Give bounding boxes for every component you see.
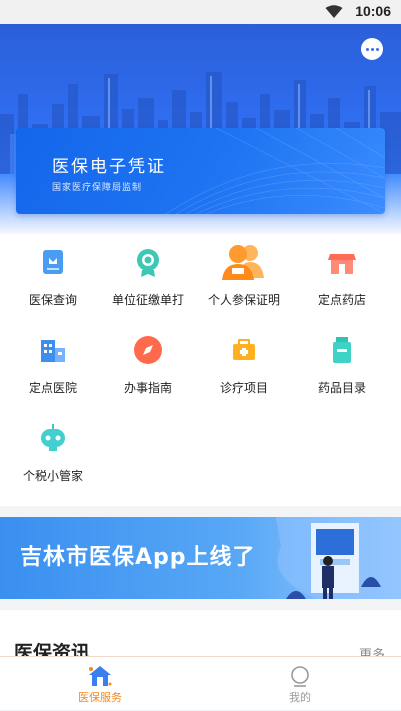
service-label: 个人参保证明 [207, 293, 280, 307]
medical-card-icon [43, 250, 63, 274]
service-item-treatment[interactable]: 诊疗项目 [194, 324, 294, 412]
people-icon [222, 245, 264, 280]
service-item-unit-payment[interactable]: 单位征缴单打 [98, 236, 198, 324]
service-label: 定点药店 [317, 293, 366, 307]
hero-header: 医保电子凭证 国家医疗保障局监制 [0, 24, 401, 234]
person-icon [291, 666, 309, 687]
service-item-guide[interactable]: 办事指南 [98, 324, 198, 412]
card-subtitle: 国家医疗保障局监制 [52, 183, 143, 193]
promo-banner[interactable]: 吉林市医保App上线了 [0, 517, 401, 599]
service-item-tax-assistant[interactable]: 个税小管家 [3, 412, 103, 500]
wifi-icon [325, 5, 343, 18]
tab-label: 医保服务 [78, 691, 122, 704]
service-item-insurance-certificate[interactable]: 个人参保证明 [194, 236, 294, 324]
service-grid: 医保查询 单位征缴单打 个人参保证明 定点药店 定点医院 办事指南 诊疗项目 药… [0, 234, 401, 506]
robot-icon [41, 424, 65, 451]
status-bar: 10:06 [0, 0, 401, 24]
banner-text: 吉林市医保App上线了 [20, 545, 256, 570]
service-label: 药品目录 [317, 381, 366, 395]
home-icon [89, 666, 112, 686]
service-label: 办事指南 [123, 381, 172, 395]
tab-medical-service[interactable]: 医保服务 [0, 657, 200, 711]
medicine-bottle-icon [333, 337, 351, 363]
store-icon [328, 254, 356, 274]
tab-mine[interactable]: 我的 [200, 657, 400, 711]
service-label: 定点医院 [28, 381, 77, 395]
bottom-tab-bar: 医保服务 我的 [0, 656, 401, 710]
service-label: 单位征缴单打 [111, 293, 184, 307]
service-label: 个税小管家 [22, 469, 83, 483]
service-item-pharmacy[interactable]: 定点药店 [292, 236, 392, 324]
tab-label: 我的 [289, 691, 311, 704]
medical-ecert-card[interactable]: 医保电子凭证 国家医疗保障局监制 [16, 128, 385, 214]
medkit-icon [233, 339, 255, 360]
service-item-medical-query[interactable]: 医保查询 [3, 236, 103, 324]
banner-illustration [276, 517, 401, 599]
service-label: 医保查询 [28, 293, 77, 307]
service-item-drug-catalog[interactable]: 药品目录 [292, 324, 392, 412]
compass-icon [134, 336, 162, 364]
badge-icon [137, 249, 159, 277]
chat-icon[interactable] [361, 38, 383, 60]
service-item-hospital[interactable]: 定点医院 [3, 324, 103, 412]
card-title: 医保电子凭证 [52, 157, 166, 177]
hospital-icon [41, 340, 65, 362]
status-time: 10:06 [355, 3, 391, 19]
service-label: 诊疗项目 [219, 381, 268, 395]
